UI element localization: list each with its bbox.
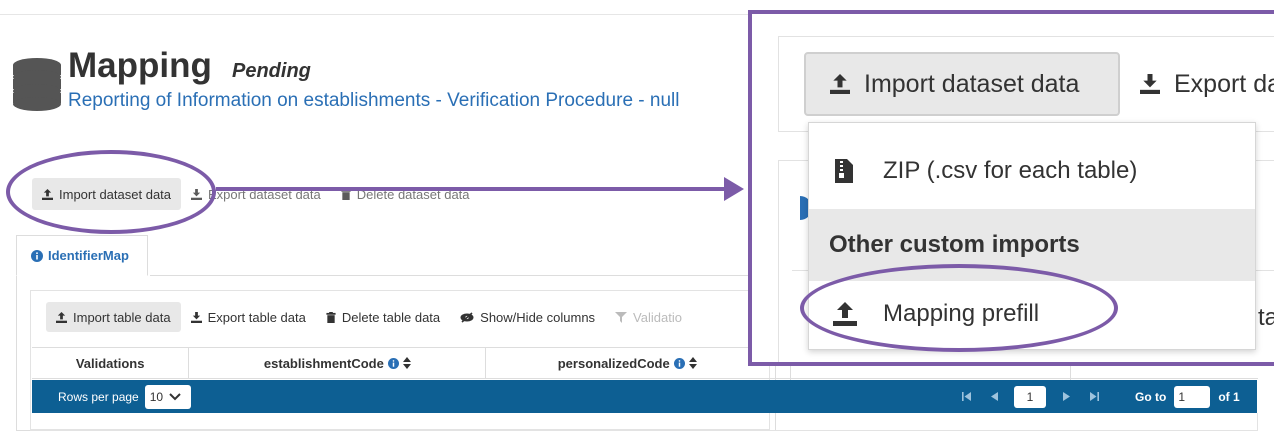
column-header-establishmentcode[interactable]: establishmentCode: [189, 348, 487, 378]
status-label: Pending: [232, 60, 311, 82]
column-header-label: Validations: [75, 355, 145, 371]
info-icon: [387, 357, 399, 369]
info-icon: [673, 357, 685, 369]
validations-filter-button[interactable]: Validatio: [605, 302, 692, 332]
zoom-partial-text: ta: [1258, 304, 1274, 331]
top-divider: [0, 14, 760, 15]
current-page[interactable]: 1: [1014, 385, 1046, 408]
callout-arrow-line: [216, 187, 726, 191]
zoom-export-dataset-button[interactable]: Export da: [1140, 52, 1274, 116]
breadcrumb-link[interactable]: Reporting of Information on establishmen…: [68, 90, 743, 112]
prev-page-icon[interactable]: [980, 392, 1008, 401]
column-header-label: establishmentCode: [263, 355, 384, 371]
last-page-icon[interactable]: [1080, 392, 1108, 401]
zoom-import-dataset-button[interactable]: Import dataset data: [804, 52, 1120, 116]
first-page-icon[interactable]: [952, 392, 980, 401]
highlight-ellipse-import: [6, 150, 216, 234]
goto-input[interactable]: 1: [1174, 385, 1211, 408]
info-icon: [31, 249, 43, 262]
download-icon: [190, 311, 202, 323]
goto-label: Go to: [1135, 389, 1167, 404]
upload-icon: [830, 74, 850, 94]
rows-per-page-value: 10: [149, 389, 164, 404]
trash-icon: [326, 311, 336, 323]
column-header-personalizedcode[interactable]: personalizedCode: [486, 348, 768, 378]
next-page-icon[interactable]: [1052, 392, 1080, 401]
page-title: Mapping: [68, 46, 212, 85]
delete-table-button[interactable]: Delete table data: [316, 302, 450, 332]
highlight-ellipse-prefill: [800, 264, 1118, 352]
import-table-label: Import table data: [73, 309, 171, 325]
database-icon: [12, 57, 62, 118]
filter-icon: [615, 311, 628, 323]
chevron-down-icon: [169, 392, 181, 401]
menu-item-zip-label: ZIP (.csv for each table): [883, 157, 1138, 184]
table-toolbar: Import table data Export table data Dele…: [46, 302, 692, 332]
callout-arrow-head: [724, 177, 744, 201]
rows-per-page-label: Rows per page: [58, 389, 139, 404]
show-hide-columns-label: Show/Hide columns: [480, 309, 596, 325]
page-navigation: 1: [952, 380, 1108, 413]
tab-label: IdentifierMap: [48, 248, 129, 263]
export-table-button[interactable]: Export table data: [181, 302, 316, 332]
sort-icon[interactable]: [688, 357, 697, 369]
tab-identifiermap[interactable]: IdentifierMap: [16, 235, 148, 276]
paginator: Rows per page 10 1 Go to 1 of 1: [32, 380, 1257, 413]
sort-icon[interactable]: [402, 357, 411, 369]
validations-filter-label: Validatio: [633, 309, 682, 325]
export-table-label: Export table data: [207, 309, 306, 325]
delete-dataset-button[interactable]: Delete dataset data: [331, 178, 480, 210]
file-zip-icon: [835, 159, 853, 183]
table-bottom-frame: [30, 413, 1258, 431]
rows-per-page-select[interactable]: 10: [144, 384, 191, 409]
zoom-import-label: Import dataset data: [864, 69, 1080, 98]
eye-slash-icon: [460, 311, 474, 323]
page-count-label: of 1: [1218, 389, 1240, 404]
show-hide-columns-button[interactable]: Show/Hide columns: [450, 302, 605, 332]
delete-table-label: Delete table data: [341, 309, 441, 325]
download-icon: [1140, 74, 1160, 94]
import-table-button[interactable]: Import table data: [46, 302, 181, 332]
zoom-export-label: Export da: [1174, 69, 1274, 98]
upload-icon: [56, 311, 67, 323]
menu-item-zip[interactable]: ZIP (.csv for each table): [809, 141, 1255, 201]
column-header-label: personalizedCode: [557, 355, 670, 371]
tabs-divider: [150, 275, 770, 276]
goto-page: Go to 1 of 1: [1135, 380, 1240, 413]
column-header-validations[interactable]: Validations: [32, 348, 190, 378]
table-header: Validations establishmentCode personaliz…: [32, 347, 768, 379]
